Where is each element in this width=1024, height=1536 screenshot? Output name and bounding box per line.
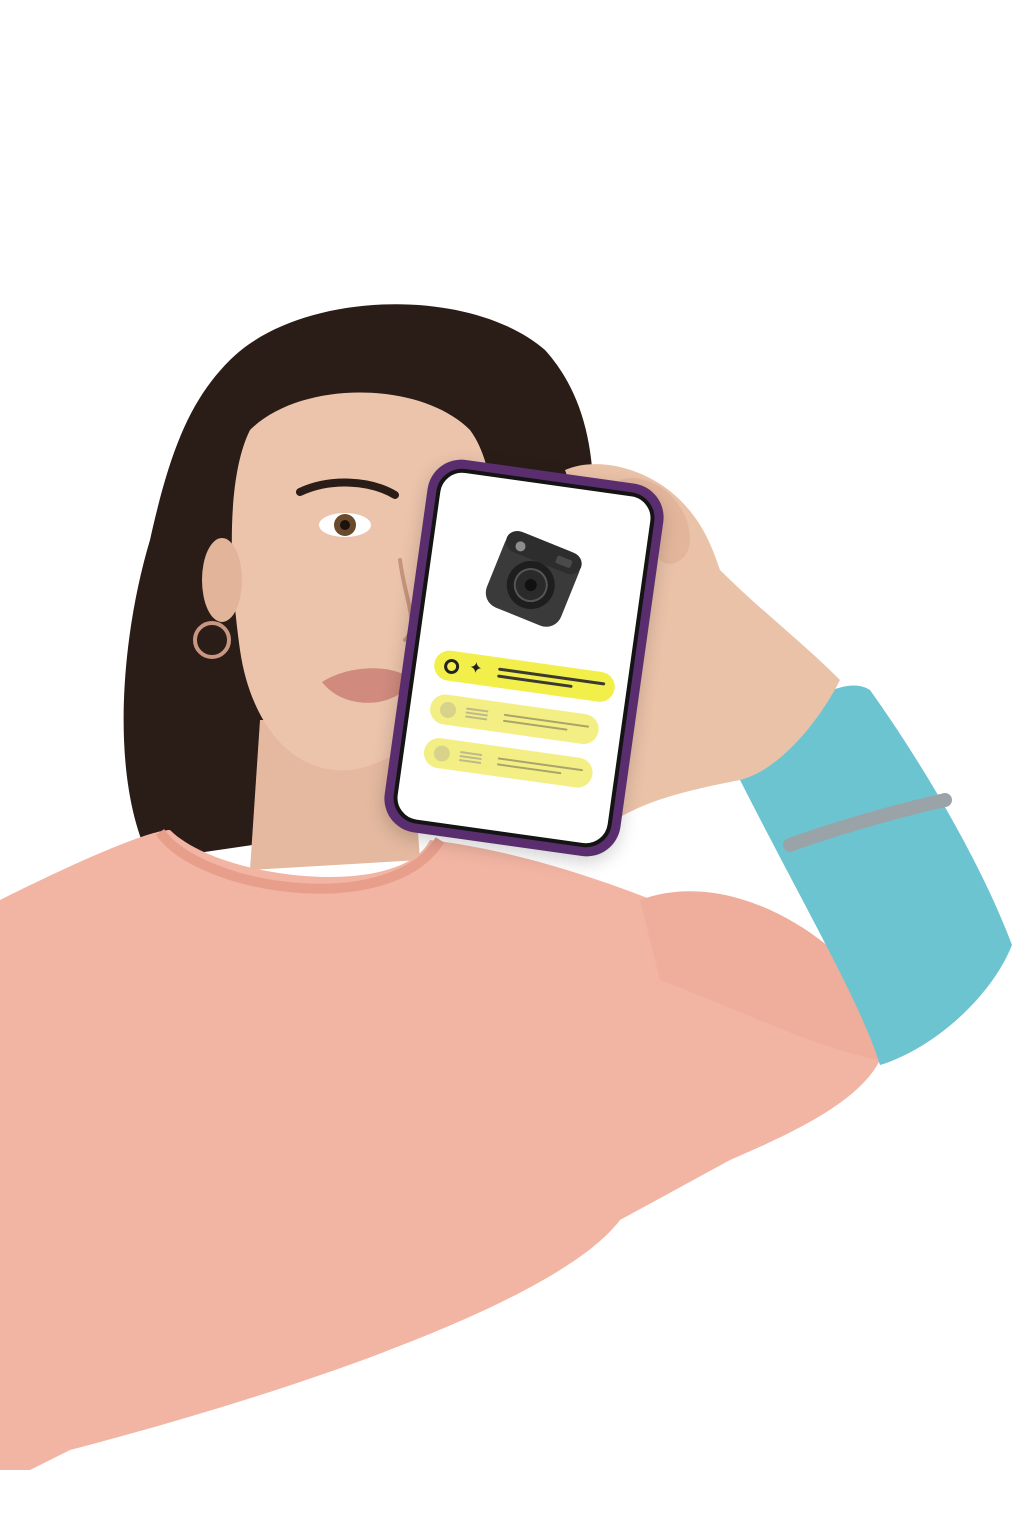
row-1-text-lines	[491, 667, 606, 693]
row-3-caption	[459, 751, 483, 765]
ring-icon	[443, 657, 461, 675]
option-row-2[interactable]	[428, 692, 601, 746]
dot-icon	[438, 700, 458, 719]
sparkle-icon: ✦	[467, 659, 484, 679]
row-3-text-lines	[491, 757, 584, 778]
instant-camera-icon	[485, 530, 582, 627]
option-row-3[interactable]	[421, 736, 595, 790]
row-2-text-lines	[497, 713, 590, 734]
dot-icon	[432, 744, 451, 763]
phone-screen: ✦	[390, 465, 658, 851]
row-2-caption	[465, 707, 489, 721]
photo-scene: ✦	[0, 0, 1024, 1536]
ear	[202, 538, 242, 622]
